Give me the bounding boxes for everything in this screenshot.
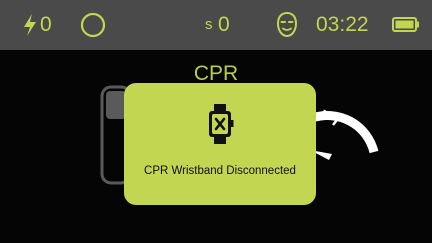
sync-count: 0 [218, 13, 230, 36]
clock: 03:22 [316, 13, 369, 36]
wristband-disconnected-icon [209, 104, 234, 144]
shock-count: 0 [40, 13, 52, 36]
wristband-disconnected-dialog: CPR Wristband Disconnected [124, 83, 316, 205]
battery-icon [392, 17, 419, 32]
device-screen: 0 s 0 03:22 CPR CPR Wristband Disconnect… [0, 0, 432, 243]
patient-face-icon [276, 11, 298, 38]
dialog-message: CPR Wristband Disconnected [144, 165, 296, 177]
circle-status-icon [80, 12, 106, 38]
status-bar: 0 s 0 03:22 [0, 0, 432, 50]
sync-count-prefix: s [205, 16, 213, 33]
lightning-bolt-icon [24, 14, 36, 36]
